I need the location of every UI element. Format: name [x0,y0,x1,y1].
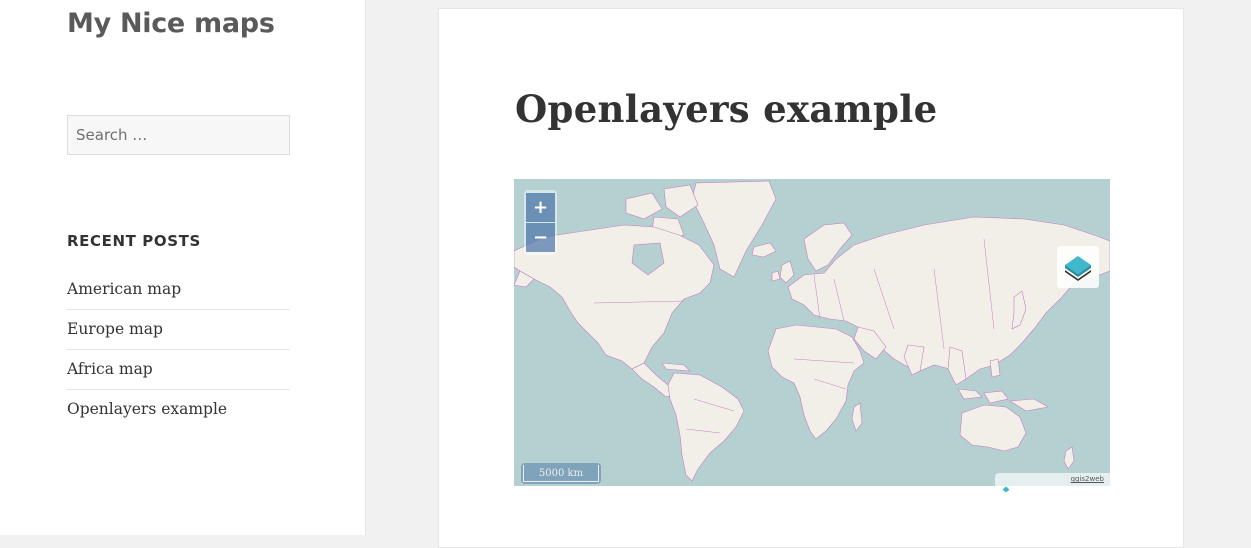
scale-label: 5000 km [523,465,599,482]
site-title[interactable]: My Nice maps [67,8,275,39]
layers-icon [1065,256,1091,281]
recent-posts-heading: RECENT POSTS [67,232,201,250]
scale-line: 5000 km [521,463,601,484]
zoom-out-button[interactable]: − [526,223,555,252]
post-link-africa-map[interactable]: Africa map [67,350,290,389]
layer-switcher-button[interactable] [1057,246,1099,288]
map-attribution: qgis2web [995,473,1110,486]
world-map [514,180,1110,482]
list-item: Africa map [67,350,290,390]
sidebar: My Nice maps RECENT POSTS American map E… [0,0,366,535]
zoom-controls: + − [524,190,557,255]
zoom-in-button[interactable]: + [526,193,555,222]
list-item: Europe map [67,310,290,350]
map-viewport[interactable]: + − 5000 km qgis2web [514,179,1110,486]
recent-posts-list: American map Europe map Africa map Openl… [67,270,290,429]
attribution-icon[interactable] [1002,486,1010,494]
list-item: Openlayers example [67,390,290,429]
attribution-link[interactable]: qgis2web [1071,475,1104,483]
page-title: Openlayers example [515,87,938,131]
post-link-american-map[interactable]: American map [67,270,290,309]
search-input[interactable] [67,115,290,155]
post-link-openlayers-example[interactable]: Openlayers example [67,390,290,429]
list-item: American map [67,270,290,310]
post-link-europe-map[interactable]: Europe map [67,310,290,349]
